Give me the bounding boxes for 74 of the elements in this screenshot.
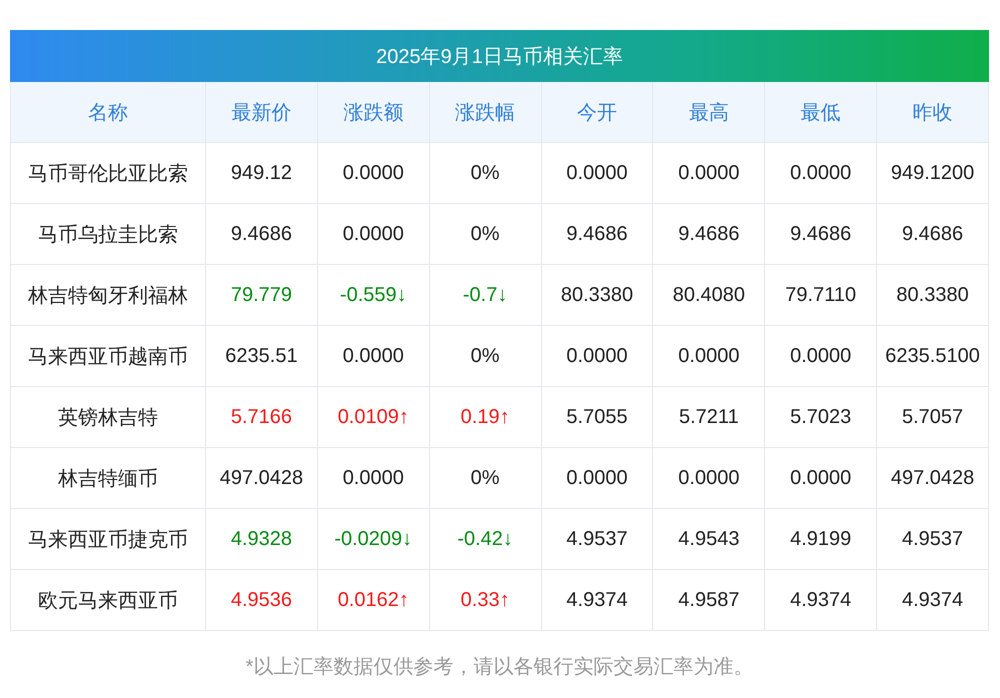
table-cell: -0.559↓ (318, 265, 430, 326)
table-cell: 0.0000 (318, 448, 430, 509)
column-header: 名称 (11, 82, 206, 143)
table-cell: 497.0428 (206, 448, 318, 509)
table-cell: 4.9587 (653, 570, 766, 631)
table-cell: 4.9374 (765, 570, 878, 631)
table-cell: 0.0000 (653, 326, 766, 387)
table-cell: 4.9537 (542, 509, 654, 570)
table-cell: 0.33↑ (430, 570, 542, 631)
column-header: 涨跌幅 (430, 82, 542, 143)
table-cell: 497.0428 (877, 448, 989, 509)
column-header: 昨收 (877, 82, 989, 143)
column-header: 涨跌额 (318, 82, 430, 143)
column-header: 最新价 (206, 82, 318, 143)
column-header: 今开 (542, 82, 654, 143)
table-cell: 9.4686 (206, 204, 318, 265)
footnote: *以上汇率数据仅供参考，请以各银行实际交易汇率为准。 (244, 655, 754, 680)
table-cell: 0.0109↑ (318, 387, 430, 448)
table-cell: 9.4686 (765, 204, 878, 265)
table-cell: 949.12 (206, 143, 318, 204)
table-cell: 0.0162↑ (318, 570, 430, 631)
table-cell: -0.7↓ (430, 265, 542, 326)
table-cell: 5.7023 (765, 387, 878, 448)
table-cell: 0.0000 (653, 448, 766, 509)
table-cell: 马来西亚币越南币 (11, 326, 206, 387)
column-header: 最高 (653, 82, 766, 143)
table-cell: 9.4686 (877, 204, 989, 265)
table-cell: 79.779 (206, 265, 318, 326)
table-cell: 9.4686 (653, 204, 766, 265)
table-cell: 0.0000 (765, 143, 878, 204)
table-cell: 0.19↑ (430, 387, 542, 448)
table-cell: 林吉特匈牙利福林 (11, 265, 206, 326)
table-cell: 0% (430, 204, 542, 265)
table-cell: 马来西亚币捷克币 (11, 509, 206, 570)
table-cell: 英镑林吉特 (11, 387, 206, 448)
table-cell: 4.9374 (542, 570, 654, 631)
table-cell: 0.0000 (542, 448, 654, 509)
table-cell: 0% (430, 326, 542, 387)
table-cell: 欧元马来西亚币 (11, 570, 206, 631)
table-cell: 林吉特缅币 (11, 448, 206, 509)
table-cell: 5.7211 (653, 387, 766, 448)
table-cell: 4.9199 (765, 509, 878, 570)
table-cell: 80.3380 (877, 265, 989, 326)
table-cell: 4.9536 (206, 570, 318, 631)
table-cell: 80.3380 (542, 265, 654, 326)
table-cell: 5.7166 (206, 387, 318, 448)
table-cell: 0% (430, 143, 542, 204)
table-cell: 4.9374 (877, 570, 989, 631)
table-cell: 0% (430, 448, 542, 509)
table-cell: 0.0000 (542, 326, 654, 387)
table-cell: 马币乌拉圭比索 (11, 204, 206, 265)
table-cell: 5.7055 (542, 387, 654, 448)
table-title: 2025年9月1日马币相关汇率 (10, 30, 989, 82)
table-cell: -0.0209↓ (318, 509, 430, 570)
table-cell: 4.9543 (653, 509, 766, 570)
table-cell: 80.4080 (653, 265, 766, 326)
table-cell: 0.0000 (542, 143, 654, 204)
table-cell: 马币哥伦比亚比索 (11, 143, 206, 204)
table-cell: 6235.51 (206, 326, 318, 387)
table-cell: 4.9537 (877, 509, 989, 570)
table-cell: 79.7110 (765, 265, 878, 326)
table-cell: 0.0000 (765, 448, 878, 509)
table-cell: 4.9328 (206, 509, 318, 570)
table-cell: 0.0000 (318, 326, 430, 387)
table-cell: 5.7057 (877, 387, 989, 448)
table-cell: 0.0000 (318, 204, 430, 265)
table-cell: -0.42↓ (430, 509, 542, 570)
table-cell: 9.4686 (542, 204, 654, 265)
table-cell: 0.0000 (653, 143, 766, 204)
column-header: 最低 (765, 82, 878, 143)
table-cell: 6235.5100 (877, 326, 989, 387)
table-cell: 0.0000 (765, 326, 878, 387)
table-cell: 949.1200 (877, 143, 989, 204)
table-cell: 0.0000 (318, 143, 430, 204)
